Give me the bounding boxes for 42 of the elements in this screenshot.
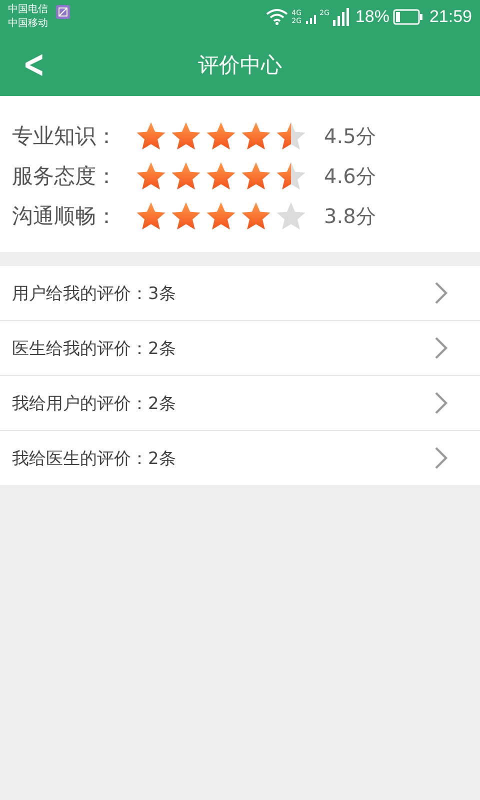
star-icon xyxy=(206,201,236,231)
review-list-item[interactable]: 用户给我的评价：3条 xyxy=(0,266,480,321)
review-count-label: 我给医生的评价：2条 xyxy=(12,448,176,470)
rating-label: 服务态度： xyxy=(12,163,118,190)
battery-icon xyxy=(393,9,424,25)
rating-score: 3.8分 xyxy=(324,202,376,230)
star-icon xyxy=(136,161,166,191)
star-icon xyxy=(206,161,236,191)
star-icon xyxy=(136,201,166,231)
review-count-label: 用户给我的评价：3条 xyxy=(12,282,176,304)
star-icon xyxy=(241,161,271,191)
clock: 21:59 xyxy=(429,7,472,27)
rating-score: 4.6分 xyxy=(324,162,376,190)
rating-label: 沟通顺畅： xyxy=(12,203,118,230)
star-icon xyxy=(171,161,201,191)
page-title: 评价中心 xyxy=(198,52,282,79)
star-icon xyxy=(241,201,271,231)
review-count-label: 我给用户的评价：2条 xyxy=(12,392,176,414)
star-icon xyxy=(136,121,166,151)
chevron-right-icon xyxy=(434,391,448,415)
star-icon xyxy=(206,121,236,151)
star-icon xyxy=(241,121,271,151)
carrier-name: 中国电信 xyxy=(8,3,48,17)
review-count-label: 医生给我的评价：2条 xyxy=(12,338,176,360)
wifi-icon xyxy=(266,9,288,25)
gallery-icon xyxy=(56,5,70,19)
signal-icon xyxy=(333,8,350,26)
chevron-right-icon xyxy=(434,281,448,305)
star-icon xyxy=(276,121,306,151)
star-icon xyxy=(276,201,306,231)
star-icon xyxy=(276,161,306,191)
review-list-item[interactable]: 我给用户的评价：2条 xyxy=(0,376,480,431)
rating-label: 专业知识： xyxy=(12,123,118,150)
chevron-right-icon xyxy=(434,446,448,470)
review-list-item[interactable]: 医生给我的评价：2条 xyxy=(0,321,480,376)
star-icon xyxy=(171,121,201,151)
rating-score: 4.5分 xyxy=(324,122,376,150)
chevron-right-icon xyxy=(434,336,448,360)
star-icon xyxy=(171,201,201,231)
battery-percent: 18% xyxy=(355,7,390,27)
carrier-name: 中国移动 xyxy=(8,17,48,31)
review-list-item[interactable]: 我给医生的评价：2条 xyxy=(0,431,480,485)
